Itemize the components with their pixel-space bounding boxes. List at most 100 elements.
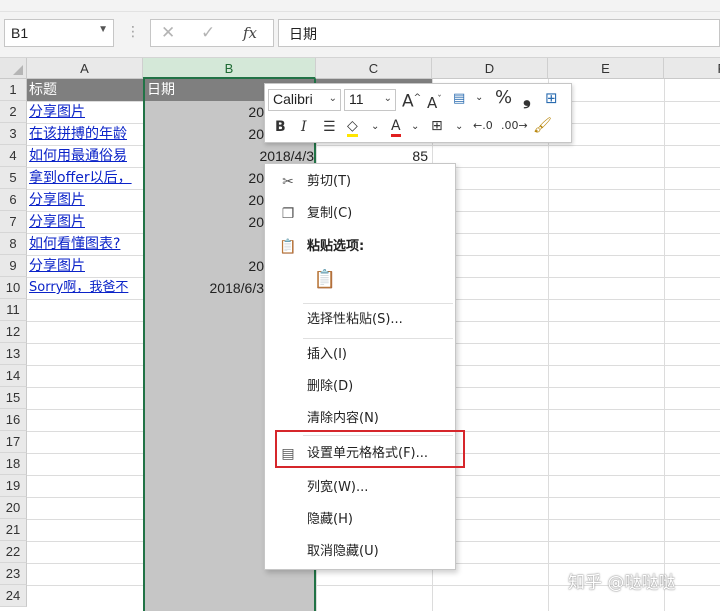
chevron-down-icon[interactable]: ▼ (98, 24, 108, 35)
cell-a2[interactable]: 分享图片 (27, 101, 143, 123)
row-header[interactable]: 9 (0, 255, 27, 277)
row-header[interactable]: 12 (0, 321, 27, 343)
menu-item-label: 清除内容(N) (307, 411, 379, 426)
menu-item-column-width[interactable]: 列宽(W)... (265, 473, 455, 503)
formula-bar: B1 ▼ ⋮ ✕ ✓ fx 日期 (0, 12, 720, 58)
row-header[interactable]: 1 (0, 79, 27, 101)
row-header[interactable]: 23 (0, 563, 27, 585)
menu-item-cut[interactable]: ✂ 剪切(T) (265, 167, 455, 197)
column-header-b[interactable]: B (143, 58, 316, 79)
cell-a6[interactable]: 分享图片 (27, 189, 143, 211)
font-color-icon[interactable]: A (391, 116, 401, 137)
menu-item-copy[interactable]: ❐ 复制(C) (265, 199, 455, 229)
percent-style-icon[interactable]: % (495, 88, 512, 108)
chevron-down-icon[interactable]: ⌄ (455, 117, 463, 137)
cell-b7[interactable]: 20 (220, 211, 266, 233)
cell-b10[interactable]: 2018/6/3 (170, 277, 266, 299)
row-header[interactable]: 7 (0, 211, 27, 233)
cancel-icon[interactable]: ✕ (161, 23, 175, 43)
row-header[interactable]: 3 (0, 123, 27, 145)
watermark: 知乎 @哒哒哒 (568, 573, 676, 593)
menu-item-label: 插入(I) (307, 347, 347, 362)
formula-input[interactable]: 日期 (278, 19, 720, 47)
cell-a10[interactable]: Sorry啊，我爸不 (27, 277, 143, 299)
font-size-value: 11 (349, 91, 364, 107)
row-header[interactable]: 2 (0, 101, 27, 123)
menu-item-delete[interactable]: 删除(D) (265, 372, 455, 402)
increase-decimal-icon[interactable]: ←.0 (473, 116, 493, 136)
cell-a4[interactable]: 如何用最通俗易 (27, 145, 143, 167)
menu-item-label: 复制(C) (307, 206, 353, 221)
mini-toolbar: Calibri ⌄ 11 ⌄ A^ Aˇ ▤ ⌄ % ❟ ⊞ B I ☰ ◇ ⌄… (264, 83, 572, 143)
clipboard-icon: 📋 (279, 239, 297, 255)
merge-center-icon[interactable]: ⊞ (545, 88, 558, 108)
row-header[interactable]: 20 (0, 497, 27, 519)
cell-b5[interactable]: 20 (220, 167, 266, 189)
menu-item-insert[interactable]: 插入(I) (265, 340, 455, 370)
chevron-down-icon[interactable]: ⌄ (384, 93, 392, 104)
row-header[interactable]: 5 (0, 167, 27, 189)
fill-color-icon[interactable]: ◇ (347, 116, 358, 137)
cell-a9[interactable]: 分享图片 (27, 255, 143, 277)
row-header[interactable]: 16 (0, 409, 27, 431)
row-header[interactable]: 19 (0, 475, 27, 497)
decrease-decimal-icon[interactable]: .00→ (501, 116, 528, 136)
menu-item-label: 剪切(T) (307, 174, 352, 189)
highlight-annotation (275, 430, 465, 468)
borders-icon[interactable]: ⊞ (431, 116, 443, 136)
select-all-button[interactable] (0, 58, 27, 79)
chevron-down-icon[interactable]: ⌄ (411, 117, 419, 137)
column-header-e[interactable]: E (548, 58, 664, 79)
confirm-icon[interactable]: ✓ (201, 23, 215, 43)
cell-b6[interactable]: 20 (220, 189, 266, 211)
italic-icon[interactable]: I (301, 117, 307, 137)
menu-item-unhide[interactable]: 取消隐藏(U) (265, 537, 455, 567)
row-header[interactable]: 21 (0, 519, 27, 541)
column-header-d[interactable]: D (432, 58, 548, 79)
menu-item-hide[interactable]: 隐藏(H) (265, 505, 455, 535)
row-header[interactable]: 15 (0, 387, 27, 409)
cell-b9[interactable]: 20 (220, 255, 266, 277)
row-header[interactable]: 10 (0, 277, 27, 299)
row-header[interactable]: 11 (0, 299, 27, 321)
row-header[interactable]: 6 (0, 189, 27, 211)
row-header[interactable]: 17 (0, 431, 27, 453)
context-menu: ✂ 剪切(T) ❐ 复制(C) 📋 粘贴选项: 📋 选择性粘贴(S)... 插入… (264, 163, 456, 570)
bold-icon[interactable]: B (275, 117, 286, 137)
cell-a7[interactable]: 分享图片 (27, 211, 143, 233)
chevron-down-icon[interactable]: ⌄ (371, 117, 379, 137)
name-box[interactable]: B1 ▼ (4, 19, 114, 47)
cell-b3[interactable]: 20 (220, 123, 266, 145)
chevron-down-icon[interactable]: ⌄ (329, 93, 337, 104)
cell-b2[interactable]: 20 (220, 101, 266, 123)
column-header-c[interactable]: C (316, 58, 432, 79)
row-header[interactable]: 14 (0, 365, 27, 387)
menu-item-label: 列宽(W)... (307, 480, 369, 495)
cell-a8[interactable]: 如何看懂图表? (27, 233, 143, 255)
decrease-font-icon[interactable]: Aˇ (427, 90, 442, 113)
row-header[interactable]: 24 (0, 585, 27, 607)
align-center-icon[interactable]: ☰ (323, 117, 336, 137)
column-header-a[interactable]: A (27, 58, 143, 79)
menu-item-label: 粘贴选项: (307, 239, 365, 254)
number-format-icon[interactable]: ▤ (453, 89, 465, 109)
row-header[interactable]: 13 (0, 343, 27, 365)
chevron-down-icon[interactable]: ⌄ (475, 88, 483, 108)
cell-a1[interactable]: 标题 (27, 79, 143, 101)
insert-function-icon[interactable]: fx (243, 24, 257, 42)
menu-item-paste-special[interactable]: 选择性粘贴(S)... (265, 305, 455, 335)
cell-a5[interactable]: 拿到offer以后， (27, 167, 143, 189)
font-name-value: Calibri (273, 91, 313, 107)
cell-a3[interactable]: 在该拼搏的年龄 (27, 123, 143, 145)
row-header[interactable]: 8 (0, 233, 27, 255)
paste-icon[interactable]: 📋 (313, 268, 337, 292)
row-header[interactable]: 22 (0, 541, 27, 563)
format-painter-icon[interactable]: 🖌 (533, 115, 552, 135)
comma-style-icon[interactable]: ❟ (523, 87, 531, 107)
font-size-select[interactable]: 11 ⌄ (344, 89, 396, 111)
row-header[interactable]: 4 (0, 145, 27, 167)
column-header-f[interactable]: F (664, 58, 720, 79)
increase-font-icon[interactable]: A^ (402, 88, 421, 112)
font-name-select[interactable]: Calibri ⌄ (268, 89, 341, 111)
row-header[interactable]: 18 (0, 453, 27, 475)
